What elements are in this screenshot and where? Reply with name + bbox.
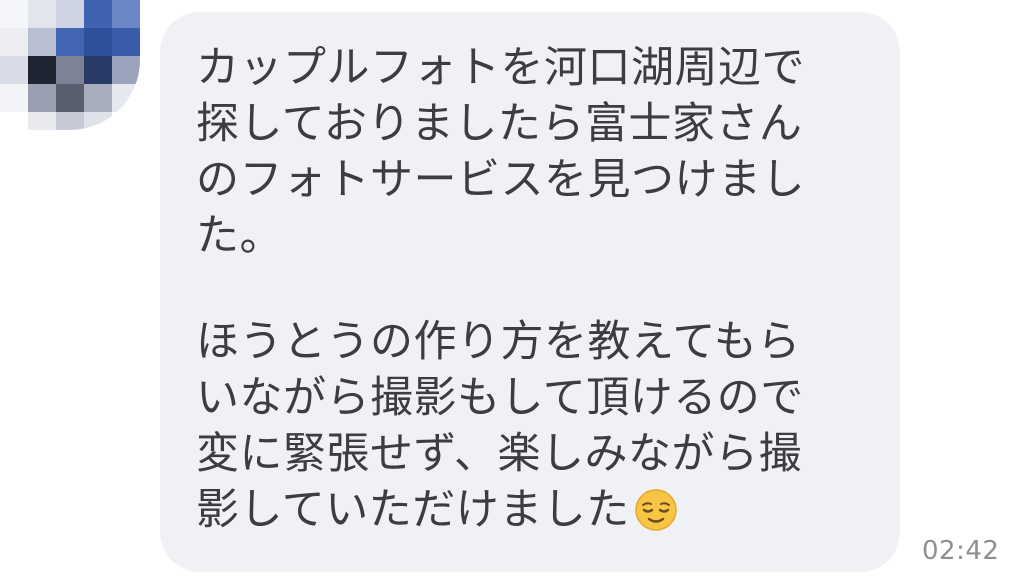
message-text: 影していただけました [196, 485, 630, 535]
avatar-pixel [28, 56, 56, 84]
message-line: ほうとうの作り方を教えてもら [196, 317, 801, 367]
avatar-pixel [112, 56, 140, 84]
avatar-pixel [84, 28, 112, 56]
avatar-pixel [0, 112, 28, 130]
avatar[interactable] [0, 0, 140, 130]
avatar-pixel [112, 84, 140, 112]
chat-view: カップルフォトを河口湖周辺で 探しておりましたら富士家さん のフォトサービスを見… [0, 0, 1024, 587]
avatar-pixel [56, 28, 84, 56]
avatar-pixel [0, 56, 28, 84]
avatar-pixel [84, 84, 112, 112]
avatar-pixel [56, 84, 84, 112]
message-line: た。 [196, 211, 283, 261]
message-line: 変に緊張せず、楽しみながら撮 [196, 429, 802, 479]
avatar-pixel [112, 112, 140, 130]
message-line: いながら撮影もして頂けるので [196, 373, 804, 423]
avatar-pixel [56, 56, 84, 84]
avatar-pixel [84, 56, 112, 84]
avatar-pixel [56, 0, 84, 28]
avatar-pixel [84, 112, 112, 130]
avatar-pixel [28, 28, 56, 56]
message-bubble[interactable]: カップルフォトを河口湖周辺で 探しておりましたら富士家さん のフォトサービスを見… [160, 12, 900, 572]
avatar-pixel [28, 84, 56, 112]
avatar-pixel [28, 112, 56, 130]
avatar-pixel [56, 112, 84, 130]
avatar-pixel [112, 0, 140, 28]
avatar-pixel [0, 0, 28, 28]
message-line: カップルフォトを河口湖周辺で [196, 43, 805, 93]
avatar-pixel [112, 28, 140, 56]
relieved-face-icon [634, 488, 678, 532]
avatar-pixel [28, 0, 56, 28]
message-timestamp: 02:42 [922, 536, 1000, 566]
avatar-pixel [0, 84, 28, 112]
message-line-last: 影していただけました [196, 482, 864, 538]
message-line: 探しておりましたら富士家さん [196, 99, 803, 149]
avatar-pixel [0, 28, 28, 56]
avatar-pixel [84, 0, 112, 28]
message-line: のフォトサービスを見つけまし [196, 155, 805, 205]
